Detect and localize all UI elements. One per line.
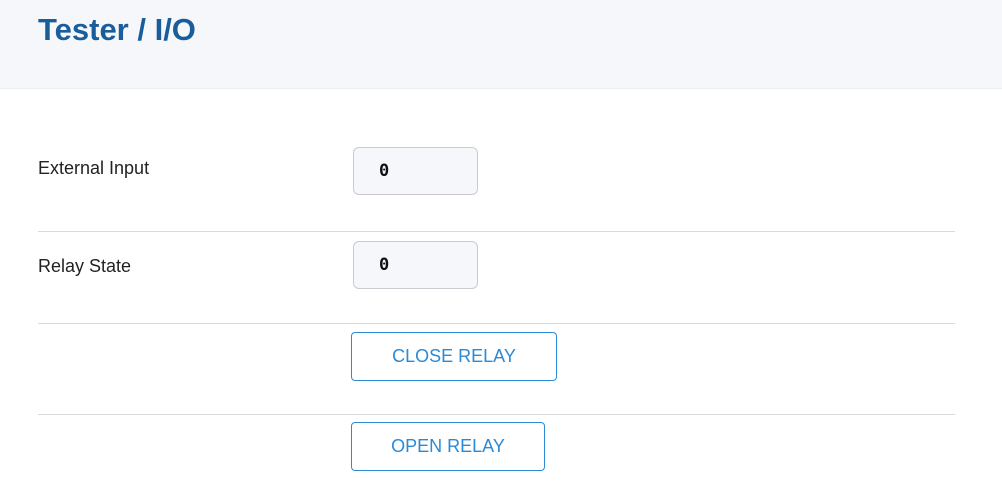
row-divider [38,231,955,232]
external-input-value: 0 [353,147,478,195]
page-header: Tester / I/O [0,0,1002,89]
relay-state-value: 0 [353,241,478,289]
external-input-label: External Input [38,158,150,178]
row-divider [38,414,955,415]
open-relay-button[interactable]: OPEN RELAY [351,422,545,471]
relay-state-label: Relay State [38,256,132,276]
page-title: Tester / I/O [38,12,196,47]
io-panel: External Input 0 Relay State 0 CLOSE REL… [0,89,1002,504]
close-relay-button[interactable]: CLOSE RELAY [351,332,557,381]
row-divider [38,323,955,324]
